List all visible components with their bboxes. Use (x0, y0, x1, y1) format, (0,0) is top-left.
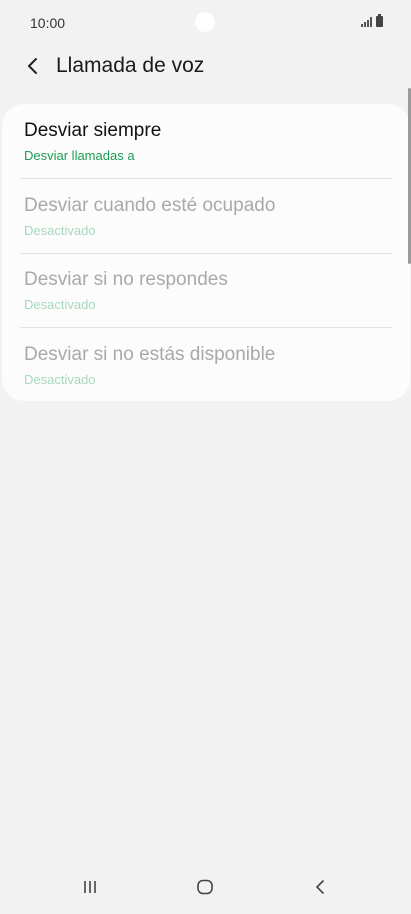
status-time: 10:00 (30, 15, 66, 31)
forwarding-options-card: Desviar siempre Desviar llamadas a Desvi… (2, 104, 410, 401)
option-title: Desviar cuando esté ocupado (24, 195, 276, 216)
option-subtitle: Desactivado (24, 372, 96, 387)
option-forward-always[interactable]: Desviar siempre Desviar llamadas a (24, 104, 392, 178)
home-button[interactable] (185, 870, 225, 904)
recents-button[interactable] (70, 870, 110, 904)
option-title: Desviar si no respondes (24, 269, 228, 290)
status-bar: 10:00 (0, 0, 411, 44)
navigation-bar (0, 860, 411, 914)
option-title: Desviar siempre (24, 120, 162, 141)
battery-icon (376, 14, 383, 27)
signal-icon (361, 17, 372, 27)
option-forward-when-busy[interactable]: Desviar cuando esté ocupado Desactivado (24, 179, 392, 253)
back-button[interactable] (20, 53, 46, 79)
option-subtitle: Desactivado (24, 297, 96, 312)
camera-cutout (195, 12, 215, 32)
page-title: Llamada de voz (56, 54, 205, 77)
nav-back-button[interactable] (300, 870, 340, 904)
option-title: Desviar si no estás disponible (24, 344, 276, 365)
chevron-left-icon (28, 58, 37, 74)
status-icons (361, 14, 383, 27)
option-subtitle: Desactivado (24, 223, 96, 238)
option-forward-no-answer[interactable]: Desviar si no respondes Desactivado (24, 253, 392, 327)
option-forward-unreachable[interactable]: Desviar si no estás disponible Desactiva… (24, 328, 392, 402)
recents-icon (84, 881, 96, 893)
option-subtitle: Desviar llamadas a (24, 148, 135, 163)
header: Llamada de voz (0, 44, 411, 88)
home-icon (197, 879, 213, 895)
back-icon (316, 880, 324, 894)
